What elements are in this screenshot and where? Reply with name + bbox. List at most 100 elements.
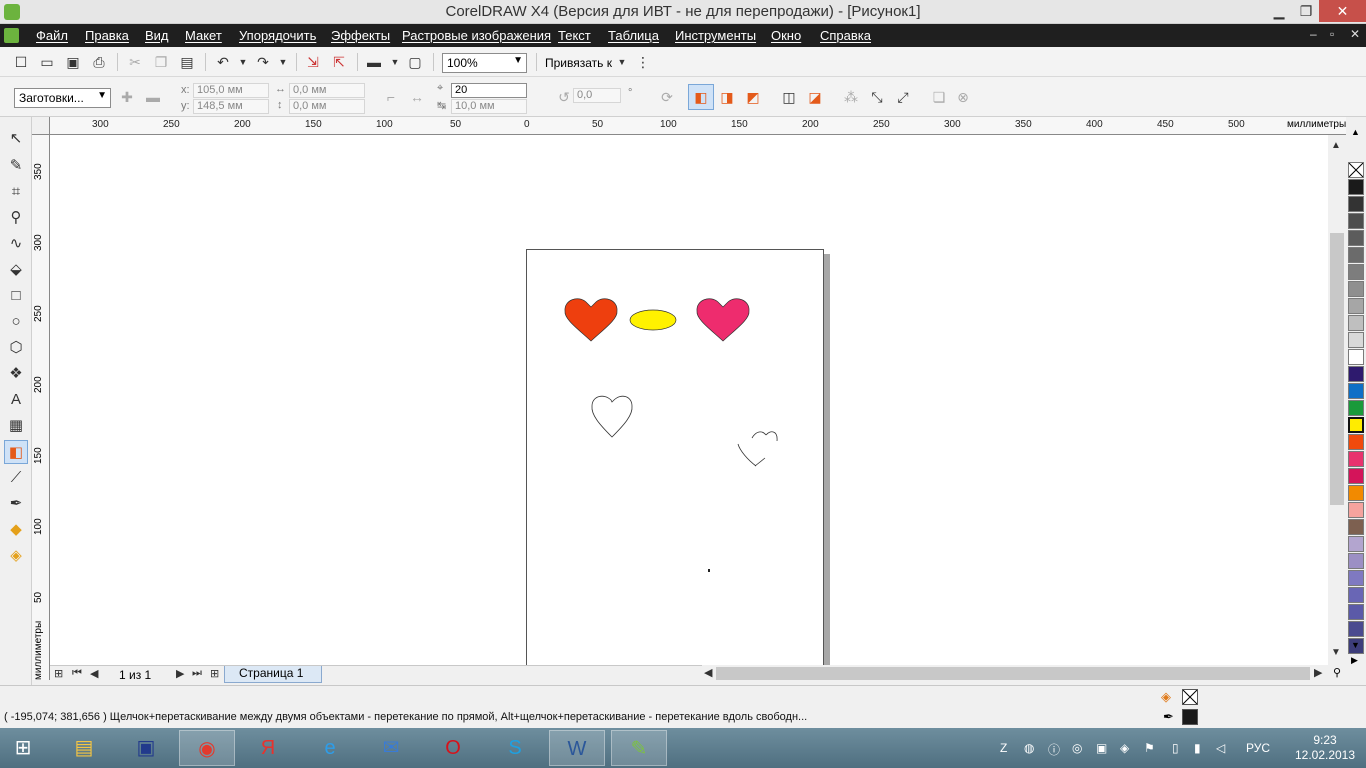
- blend-spacing-field[interactable]: 10,0 мм: [451, 99, 527, 114]
- tray-battery-icon[interactable]: ▯: [1172, 741, 1179, 755]
- text-tool-icon[interactable]: A: [4, 388, 28, 412]
- page-tab[interactable]: Страница 1: [224, 666, 322, 683]
- vertical-scroll-thumb[interactable]: [1330, 233, 1344, 505]
- welcome-screen-icon[interactable]: ▢: [406, 53, 424, 71]
- clockwise-blend-icon[interactable]: ◨: [718, 88, 736, 106]
- remove-preset-icon[interactable]: ▬: [144, 88, 162, 106]
- object-acceleration-icon[interactable]: ◫: [780, 88, 798, 106]
- color-swatch[interactable]: [1348, 417, 1364, 433]
- color-swatch[interactable]: [1348, 536, 1364, 552]
- coreldraw-taskbar-icon[interactable]: ✎: [611, 730, 667, 766]
- color-swatch[interactable]: [1348, 264, 1364, 280]
- color-swatch[interactable]: [1348, 230, 1364, 246]
- horizontal-ruler[interactable]: 300 250 200 150 100 50 0 50 100 150 200 …: [50, 117, 1346, 135]
- launcher-dropdown-icon[interactable]: ▼: [386, 53, 404, 71]
- tray-volume-icon[interactable]: ◁: [1216, 741, 1225, 755]
- color-swatch[interactable]: [1348, 383, 1364, 399]
- tray-eye-icon[interactable]: ◎: [1072, 741, 1082, 755]
- misc-blend-options-icon[interactable]: ⁂: [842, 88, 860, 106]
- preset-select[interactable]: Заготовки... ▼: [14, 88, 111, 108]
- heart-shape-left[interactable]: [564, 298, 618, 342]
- open-folder-icon[interactable]: ▭: [38, 53, 56, 71]
- ellipse-tool-icon[interactable]: ○: [4, 310, 28, 334]
- previous-page-icon[interactable]: ◀: [90, 667, 98, 680]
- navigator-zoom-icon[interactable]: ⚲: [1328, 666, 1346, 682]
- color-swatch[interactable]: [1348, 485, 1364, 501]
- blend-tool-icon[interactable]: ◧: [4, 440, 28, 464]
- minimize-button[interactable]: ▁: [1265, 0, 1293, 22]
- color-swatch[interactable]: [1348, 468, 1364, 484]
- loop-blend-icon[interactable]: ⟳: [658, 88, 676, 106]
- color-swatch[interactable]: [1348, 213, 1364, 229]
- menu-table[interactable]: Таблица: [608, 28, 659, 43]
- color-swatch[interactable]: [1348, 502, 1364, 518]
- menu-edit[interactable]: Правка: [85, 28, 129, 43]
- color-swatch[interactable]: [1348, 281, 1364, 297]
- tray-info-icon[interactable]: ⓘ: [1048, 741, 1060, 758]
- color-swatch[interactable]: [1348, 179, 1364, 195]
- chrome-icon[interactable]: ◉: [179, 730, 235, 766]
- menu-arrange[interactable]: Упорядочить: [239, 28, 316, 43]
- opera-icon[interactable]: O: [425, 730, 481, 766]
- doc-close-button[interactable]: ✕: [1350, 27, 1360, 41]
- scroll-left-icon[interactable]: ◀: [704, 666, 712, 679]
- application-launcher-icon[interactable]: ▬: [365, 53, 383, 71]
- color-swatch[interactable]: [1348, 247, 1364, 263]
- snap-options-icon[interactable]: ⋮: [634, 53, 652, 71]
- menu-bitmaps[interactable]: Растровые изображения: [402, 28, 551, 43]
- fill-indicator[interactable]: [1182, 689, 1198, 705]
- tray-z-icon[interactable]: Z: [1000, 741, 1007, 755]
- document-icon[interactable]: [4, 28, 19, 43]
- color-swatch[interactable]: [1348, 587, 1364, 603]
- outline-indicator[interactable]: [1182, 709, 1198, 725]
- print-icon[interactable]: ⎙: [90, 53, 108, 71]
- table-tool-icon[interactable]: ▦: [4, 414, 28, 438]
- heart-shape-right[interactable]: [696, 298, 750, 342]
- zoom-level-select[interactable]: 100% ▼: [442, 53, 527, 73]
- menu-text[interactable]: Текст: [558, 28, 591, 43]
- palette-scroll-down-icon[interactable]: ▼: [1351, 640, 1360, 650]
- menu-view[interactable]: Вид: [145, 28, 169, 43]
- color-swatch[interactable]: [1348, 298, 1364, 314]
- tray-language[interactable]: РУС: [1246, 741, 1270, 755]
- menu-effects[interactable]: Эффекты: [331, 28, 390, 43]
- skype-icon[interactable]: S: [487, 730, 543, 766]
- menu-help[interactable]: Справка: [820, 28, 871, 43]
- menu-layout[interactable]: Макет: [185, 28, 222, 43]
- color-swatch[interactable]: [1348, 332, 1364, 348]
- last-page-icon[interactable]: ⏭: [192, 667, 202, 680]
- start-button-icon[interactable]: ⊞: [0, 730, 46, 766]
- color-swatch[interactable]: [1348, 604, 1364, 620]
- drawing-canvas[interactable]: [50, 135, 1328, 665]
- tray-nvidia-icon[interactable]: ◈: [1120, 741, 1129, 755]
- add-preset-icon[interactable]: ✚: [118, 88, 136, 106]
- heart-outline-broken[interactable]: [737, 431, 778, 467]
- restore-button[interactable]: ❐: [1293, 0, 1319, 22]
- word-icon[interactable]: W: [549, 730, 605, 766]
- insert-page-before-icon[interactable]: ⊞: [54, 667, 63, 680]
- yandex-icon[interactable]: Я: [240, 730, 296, 766]
- doc-restore-button[interactable]: ▫: [1330, 27, 1334, 41]
- horizontal-scroll-thumb[interactable]: [716, 667, 1310, 680]
- color-swatch[interactable]: [1348, 349, 1364, 365]
- scroll-right-icon[interactable]: ▶: [1314, 666, 1322, 679]
- counterclockwise-blend-icon[interactable]: ◩: [744, 88, 762, 106]
- smart-fill-tool-icon[interactable]: ⬙: [4, 258, 28, 282]
- fill-tool-icon[interactable]: ◆: [4, 518, 28, 542]
- small-dot[interactable]: [708, 569, 710, 572]
- heart-outline[interactable]: [591, 395, 633, 438]
- color-swatch[interactable]: [1348, 196, 1364, 212]
- file-explorer-icon[interactable]: ▤: [56, 730, 112, 766]
- color-swatch[interactable]: [1348, 315, 1364, 331]
- zoom-tool-icon[interactable]: ⚲: [4, 206, 28, 230]
- tray-flag-icon[interactable]: ⚑: [1144, 741, 1155, 755]
- scroll-up-icon[interactable]: ▲: [1331, 140, 1341, 151]
- menu-tools[interactable]: Инструменты: [675, 28, 756, 43]
- internet-explorer-icon[interactable]: e: [302, 730, 358, 766]
- first-page-icon[interactable]: ⏮: [72, 667, 82, 680]
- import-icon[interactable]: ⇲: [304, 53, 322, 71]
- cut-icon[interactable]: ✂: [126, 53, 144, 71]
- redo-dropdown-icon[interactable]: ▼: [274, 53, 292, 71]
- floppy-app-icon[interactable]: ▣: [118, 730, 174, 766]
- insert-page-after-icon[interactable]: ⊞: [210, 667, 219, 680]
